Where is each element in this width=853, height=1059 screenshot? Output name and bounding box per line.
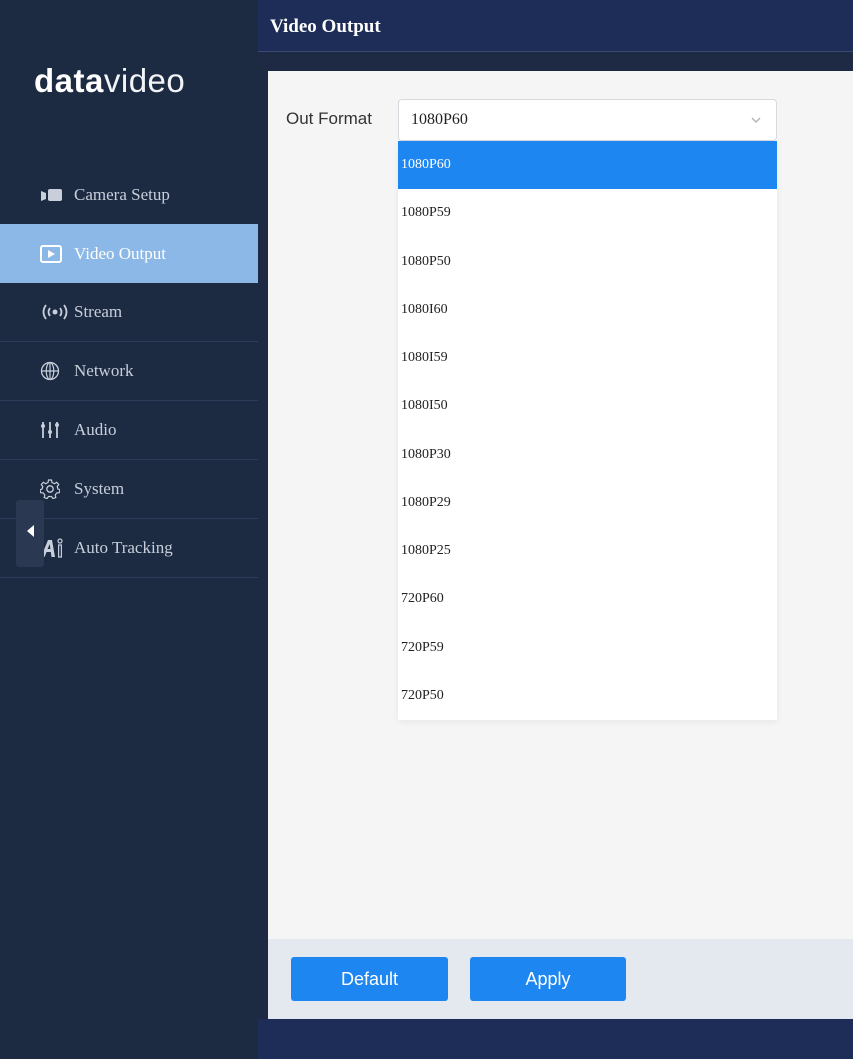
camera-icon xyxy=(40,187,74,203)
sidebar-item-label: System xyxy=(74,479,125,498)
sidebar-item-label: Audio xyxy=(74,420,117,439)
out-format-select[interactable]: 1080P60 xyxy=(398,99,777,141)
broadcast-icon xyxy=(40,303,74,321)
sidebar-item-label: Auto Tracking xyxy=(74,538,173,557)
gear-icon xyxy=(40,479,74,499)
caret-left-icon xyxy=(25,524,35,543)
dropdown-option[interactable]: 1080P29 xyxy=(398,479,777,527)
sidebar-item-network[interactable]: Network xyxy=(0,342,258,401)
sidebar-item-label: Stream xyxy=(74,302,123,321)
dropdown-option[interactable]: 1080P25 xyxy=(398,527,777,575)
sidebar-item-video-output[interactable]: Video Output xyxy=(0,224,258,283)
sidebar-item-label: Video Output xyxy=(74,243,166,263)
sidebar-item-label: Network xyxy=(74,361,134,380)
ai-icon xyxy=(40,538,74,558)
globe-icon xyxy=(40,361,74,381)
dropdown-option[interactable]: 1080P30 xyxy=(398,431,777,479)
dropdown-option[interactable]: 720P50 xyxy=(398,672,777,720)
play-box-icon xyxy=(40,244,74,263)
sidebar-item-label: Camera Setup xyxy=(74,184,170,204)
dropdown-option[interactable]: 1080P59 xyxy=(398,189,777,237)
out-format-value: 1080P60 xyxy=(411,111,468,128)
sliders-icon xyxy=(40,420,74,440)
out-format-label: Out Format xyxy=(286,109,372,128)
sidebar-collapse-toggle[interactable] xyxy=(16,500,44,567)
dropdown-option[interactable]: 1080P60 xyxy=(398,141,777,190)
page-header: Video Output xyxy=(258,0,853,52)
dropdown-option[interactable]: 1080I59 xyxy=(398,334,777,382)
dropdown-option[interactable]: 1080I60 xyxy=(398,286,777,334)
sidebar-item-audio[interactable]: Audio xyxy=(0,401,258,460)
sidebar: datavideo Camera Setup Video Output Stre… xyxy=(0,0,258,1059)
bottom-strip xyxy=(258,1019,853,1059)
dropdown-option[interactable]: 1080I50 xyxy=(398,382,777,430)
apply-button[interactable]: Apply xyxy=(470,957,626,1001)
dropdown-option[interactable]: 720P59 xyxy=(398,624,777,672)
out-format-dropdown: 1080P60 1080P59 1080P50 1080I60 1080I59 … xyxy=(398,141,777,720)
page-title: Video Output xyxy=(270,16,381,37)
default-button[interactable]: Default xyxy=(291,957,448,1001)
sidebar-item-camera-setup[interactable]: Camera Setup xyxy=(0,165,258,224)
dropdown-option[interactable]: 720P60 xyxy=(398,575,777,623)
chevron-down-icon xyxy=(750,113,762,131)
sidebar-item-stream[interactable]: Stream xyxy=(0,283,258,342)
dropdown-option[interactable]: 1080P50 xyxy=(398,238,777,286)
datavideo-logo: datavideo xyxy=(34,62,186,99)
